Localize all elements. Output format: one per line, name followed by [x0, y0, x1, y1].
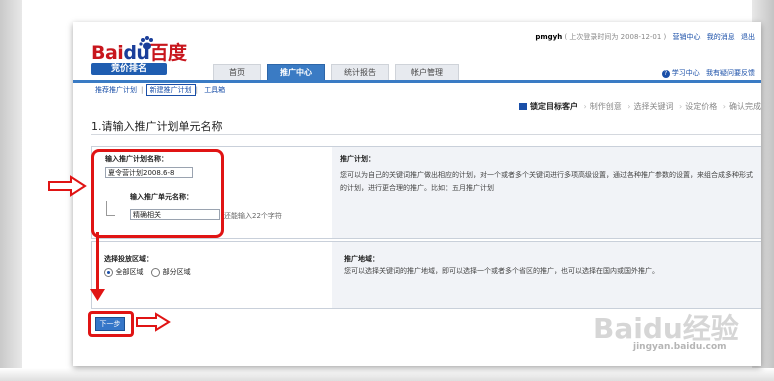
annotation-highlight-next [88, 311, 134, 337]
tab-statistics[interactable]: 统计报告 [331, 64, 389, 80]
last-login: ( 上次登录时间为 2008-12-01 ) [564, 33, 667, 41]
plan-info-title: 推广计划： [340, 155, 375, 163]
step-2: 制作创意 [589, 102, 622, 111]
link-logout[interactable]: 退出 [741, 33, 755, 41]
logo-badge: 竞价排名 [91, 63, 167, 75]
username: pmgyh [535, 33, 563, 41]
region-form-panel: 选择投放区域： 全部区域 部分区域 [91, 241, 333, 309]
radio-all-regions-label: 全部区域 [115, 268, 144, 276]
region-info-panel: 推广地域： 您可以选择关键词的推广地域，即可以选择一个或者多个省区的推广，也可以… [332, 241, 761, 309]
radio-all-regions[interactable] [104, 267, 113, 277]
step-3: 选择关键词 [633, 102, 674, 111]
tab-home[interactable]: 首页 [213, 64, 261, 80]
step-1: 锁定目标客户 [530, 102, 578, 111]
unit-char-hint: 还能输入22个字符 [224, 212, 282, 220]
region-options: 全部区域 部分区域 [104, 267, 196, 277]
subnav-toolbox[interactable]: 工具箱 [200, 85, 229, 95]
annotation-arrow-right-icon [136, 312, 171, 332]
tab-underline-bar [73, 80, 761, 83]
step-arrow-icon: › [679, 102, 683, 111]
region-info-title: 推广地域： [344, 255, 379, 263]
link-marketing-center[interactable]: 营销中心 [673, 33, 701, 41]
help-links: ? 学习中心 我有疑问要反馈 [658, 68, 755, 78]
plan-info-panel: 推广计划： 您可以为自己的关键词推广做出相应的计划，对一个或者多个关键词进行多项… [332, 146, 761, 239]
baidu-logo[interactable]: Baidu百度 竞价排名 [91, 36, 191, 76]
divider [91, 134, 761, 135]
wizard-steps: 锁定目标客户 › 制作创意 › 选择关键词 › 设定价格 › 确认完成 [519, 101, 761, 113]
gallery-frame-bottom [0, 368, 774, 381]
step-4: 设定价格 [685, 102, 718, 111]
watermark-brand: Baidu经验 [593, 312, 739, 345]
page-title: 1.请输入推广计划单元名称 [91, 120, 223, 133]
sub-nav: 推荐推广计划 | 新建推广计划 | 工具箱 [91, 84, 229, 96]
step-5: 确认完成 [729, 102, 761, 111]
subnav-new-plan[interactable]: 新建推广计划 [145, 84, 196, 96]
user-bar: pmgyh ( 上次登录时间为 2008-12-01 ) 营销中心 我的消息 退… [535, 32, 755, 42]
paw-icon [139, 36, 153, 50]
region-label: 选择投放区域： [104, 255, 153, 263]
plan-info-text: 您可以为自己的关键词推广做出相应的计划，对一个或者多个关键词进行多项高级设置，通… [340, 171, 753, 192]
tab-promotion-center[interactable]: 推广中心 [267, 64, 325, 81]
step-arrow-icon: › [722, 102, 726, 111]
annotation-highlight-form [91, 149, 224, 238]
link-my-messages[interactable]: 我的消息 [707, 33, 735, 41]
radio-some-regions-label: 部分区域 [162, 268, 191, 276]
link-feedback[interactable]: 我有疑问要反馈 [706, 69, 755, 77]
gallery-frame-left [0, 0, 22, 381]
region-info-text: 您可以选择关键词的推广地域，即可以选择一个或者多个省区的推广，也可以选择在国内或… [344, 267, 659, 275]
current-step-marker-icon [519, 103, 527, 110]
annotation-down-line [96, 232, 99, 292]
annotation-arrowhead-icon [90, 289, 105, 301]
step-arrow-icon: › [627, 102, 631, 111]
help-icon: ? [661, 70, 670, 78]
subnav-recommended-plans[interactable]: 推荐推广计划 [91, 85, 141, 95]
tab-account[interactable]: 帐户管理 [395, 64, 459, 80]
watermark-url: jingyan.baidu.com [633, 342, 727, 352]
link-learning-center[interactable]: 学习中心 [672, 69, 700, 77]
annotation-arrow-right-icon [48, 175, 87, 197]
step-arrow-icon: › [583, 102, 587, 111]
radio-some-regions[interactable] [151, 267, 161, 277]
